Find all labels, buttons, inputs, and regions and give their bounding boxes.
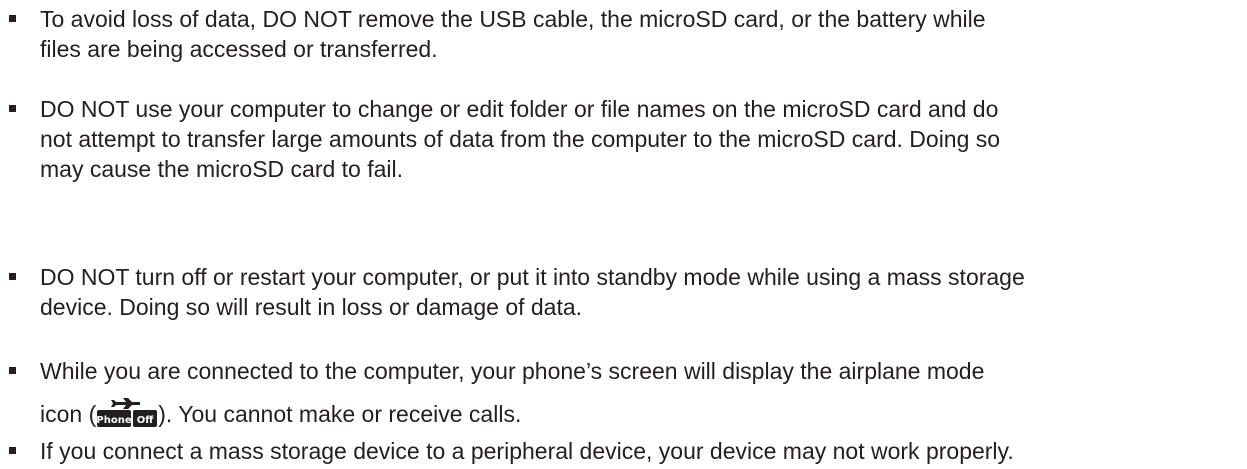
text-line: icon ( Phone Off ). You cannot make or r…	[40, 396, 1240, 429]
bullet-marker	[9, 105, 16, 112]
text-line: DO NOT use your computer to change or ed…	[40, 96, 999, 122]
list-item-text: While you are connected to the computer,…	[40, 356, 1240, 429]
text-line: device. Doing so will result in loss or …	[40, 294, 583, 320]
text-line: While you are connected to the computer,…	[40, 358, 985, 384]
text-fragment: icon (	[40, 401, 97, 427]
list-item-text: To avoid loss of data, DO NOT remove the…	[40, 4, 1240, 64]
bullet-marker	[9, 367, 16, 374]
text-line: DO NOT turn off or restart your computer…	[40, 264, 1025, 290]
document-page: To avoid loss of data, DO NOT remove the…	[0, 0, 1247, 469]
list-item-text: DO NOT use your computer to change or ed…	[40, 94, 1240, 184]
text-line: may cause the microSD card to fail.	[40, 156, 404, 182]
text-line: To avoid loss of data, DO NOT remove the…	[40, 6, 986, 32]
text-line: If you connect a mass storage device to …	[40, 438, 1014, 464]
text-fragment: ). You cannot make or receive calls.	[158, 401, 522, 427]
list-item-text: DO NOT turn off or restart your computer…	[40, 262, 1240, 322]
text-line: files are being accessed or transferred.	[40, 36, 438, 62]
bullet-marker	[9, 273, 16, 280]
list-item-text: If you connect a mass storage device to …	[40, 436, 1240, 466]
bullet-marker	[9, 447, 16, 454]
airplane-icon-label-off: Off	[137, 415, 155, 426]
airplane-mode-icon: Phone Off	[96, 396, 158, 428]
bullet-marker	[9, 15, 16, 22]
text-line: not attempt to transfer large amounts of…	[40, 126, 1001, 152]
airplane-icon-label-phone: Phone	[97, 415, 132, 426]
